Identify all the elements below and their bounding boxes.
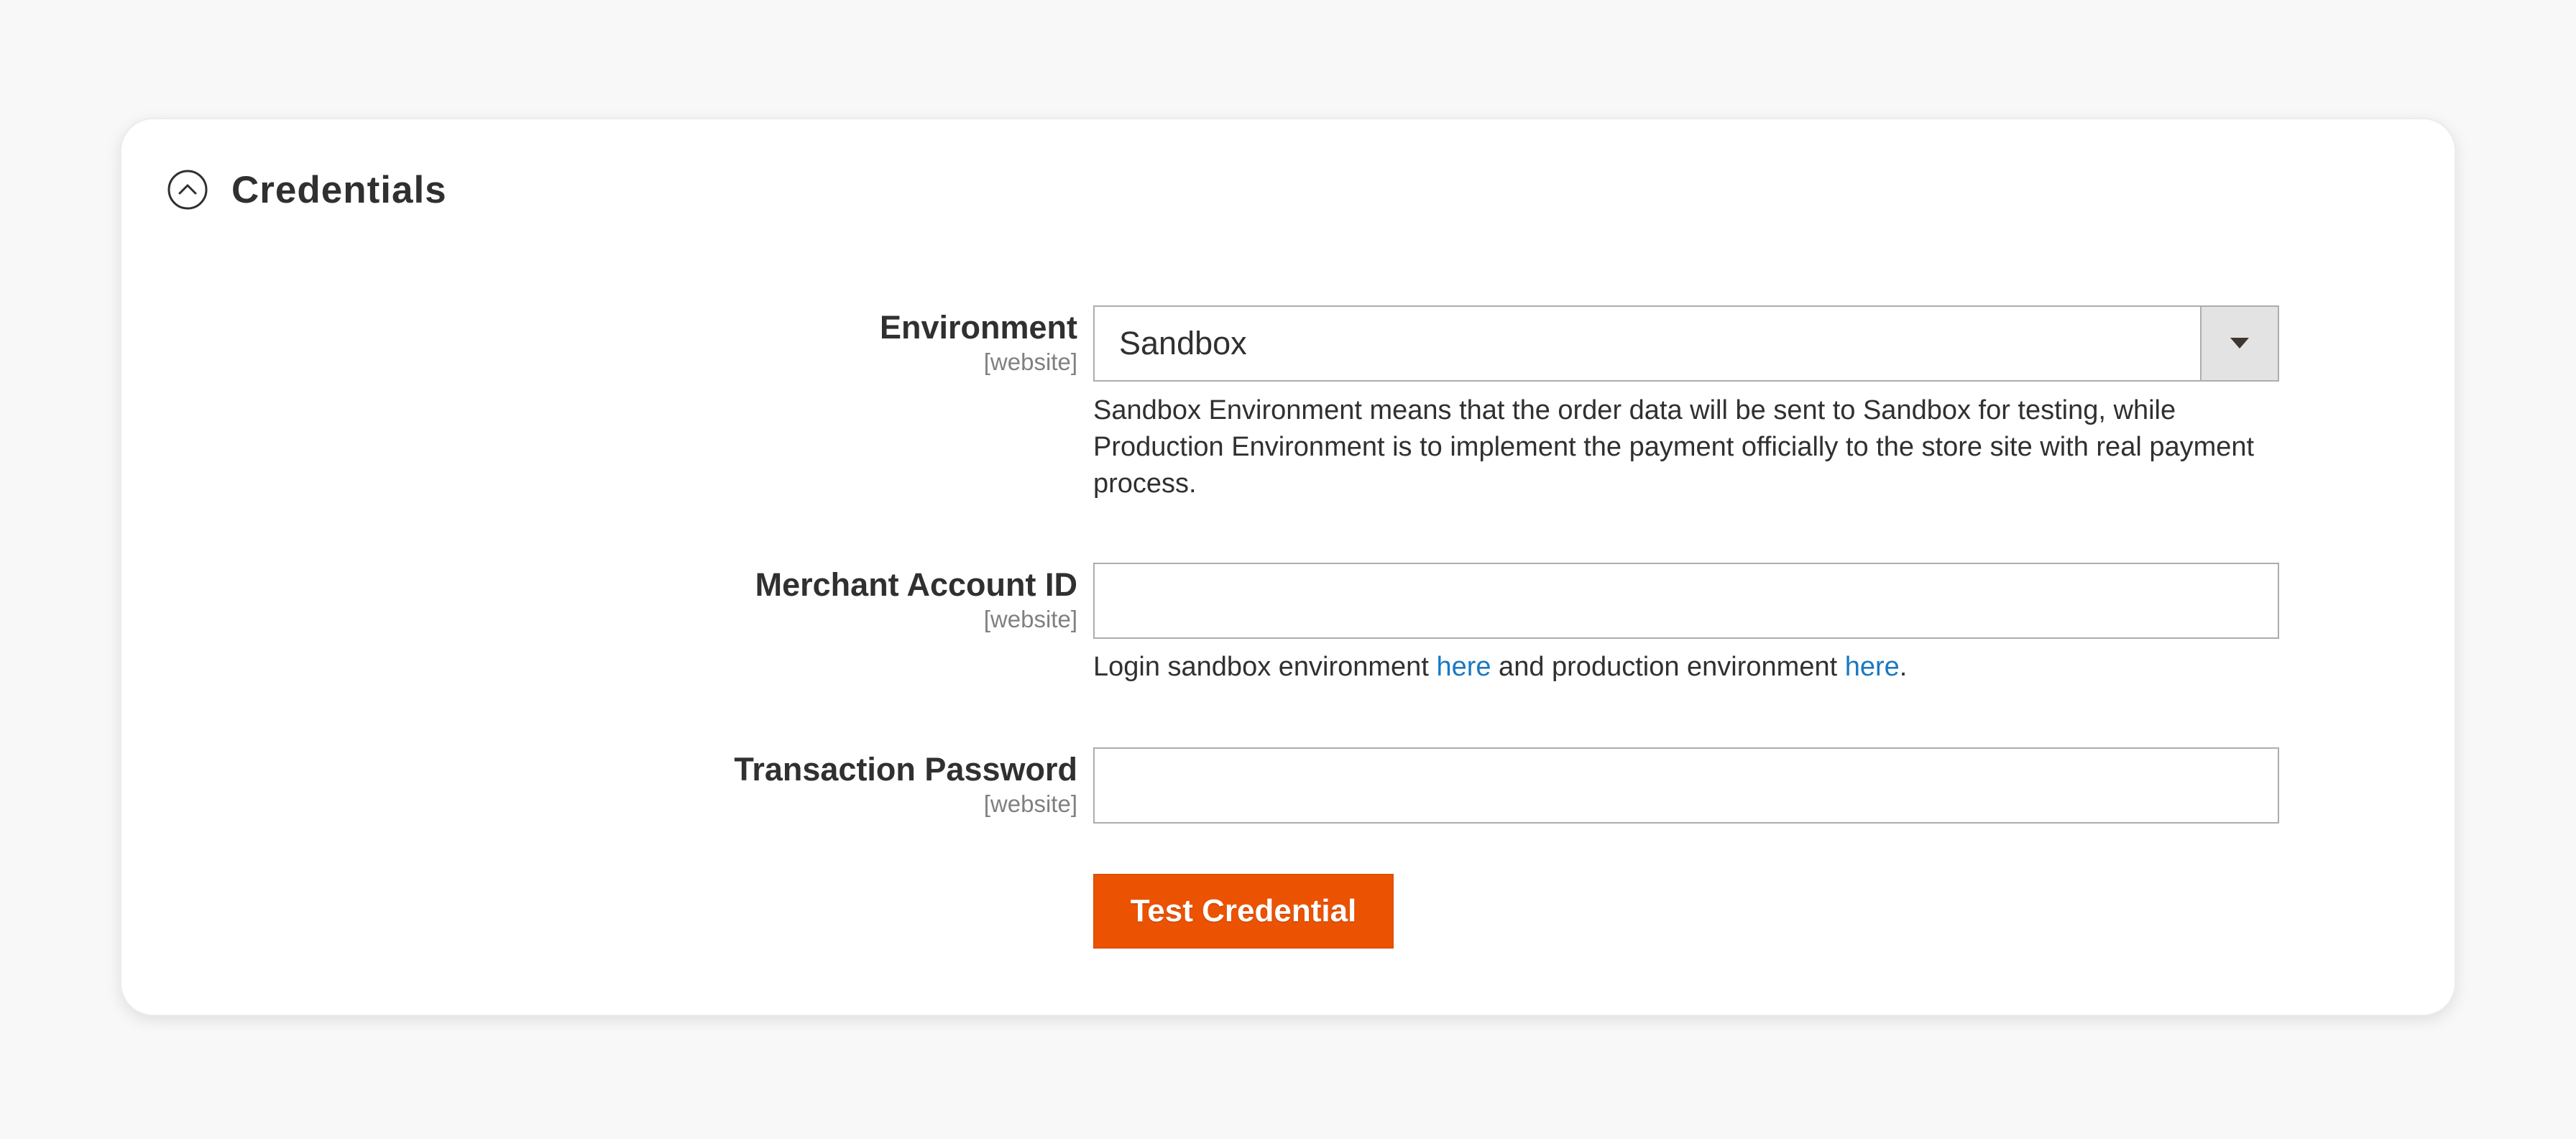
merchant-note-suffix: . [1899, 652, 1908, 682]
chevron-up-circle-icon[interactable] [167, 169, 208, 211]
environment-note: Sandbox Environment means that the order… [1093, 395, 2255, 499]
sandbox-login-link[interactable]: here [1436, 652, 1491, 682]
credentials-section-toggle[interactable]: Credentials [167, 161, 447, 218]
transaction-password-label-group: Transaction Password [website] [574, 750, 1077, 818]
merchant-account-id-scope: [website] [983, 606, 1077, 632]
merchant-account-id-input[interactable] [1093, 563, 2279, 639]
environment-select-value: Sandbox [1119, 325, 1247, 361]
transaction-password-input[interactable] [1093, 747, 2279, 824]
merchant-account-id-label-group: Merchant Account ID [website] [574, 565, 1077, 634]
environment-label-group: Environment [website] [574, 308, 1077, 377]
environment-select[interactable]: Sandbox [1093, 305, 2279, 382]
merchant-account-id-note: Login sandbox environment here and produ… [1093, 649, 2272, 686]
production-login-link[interactable]: here [1845, 652, 1900, 682]
caret-down-icon [2230, 338, 2249, 349]
merchant-note-middle: and production environment [1491, 652, 1845, 682]
transaction-password-scope: [website] [983, 790, 1077, 817]
environment-scope: [website] [983, 349, 1077, 375]
credentials-panel: Credentials Environment [website] Sandbo… [120, 118, 2456, 1016]
transaction-password-label: Transaction Password [734, 751, 1077, 788]
merchant-account-id-label: Merchant Account ID [755, 566, 1077, 603]
test-credential-button[interactable]: Test Credential [1093, 874, 1394, 949]
merchant-note-prefix: Login sandbox environment [1093, 652, 1437, 682]
section-title: Credentials [231, 168, 447, 211]
environment-select-toggle[interactable] [2200, 307, 2278, 380]
environment-label: Environment [879, 309, 1077, 346]
